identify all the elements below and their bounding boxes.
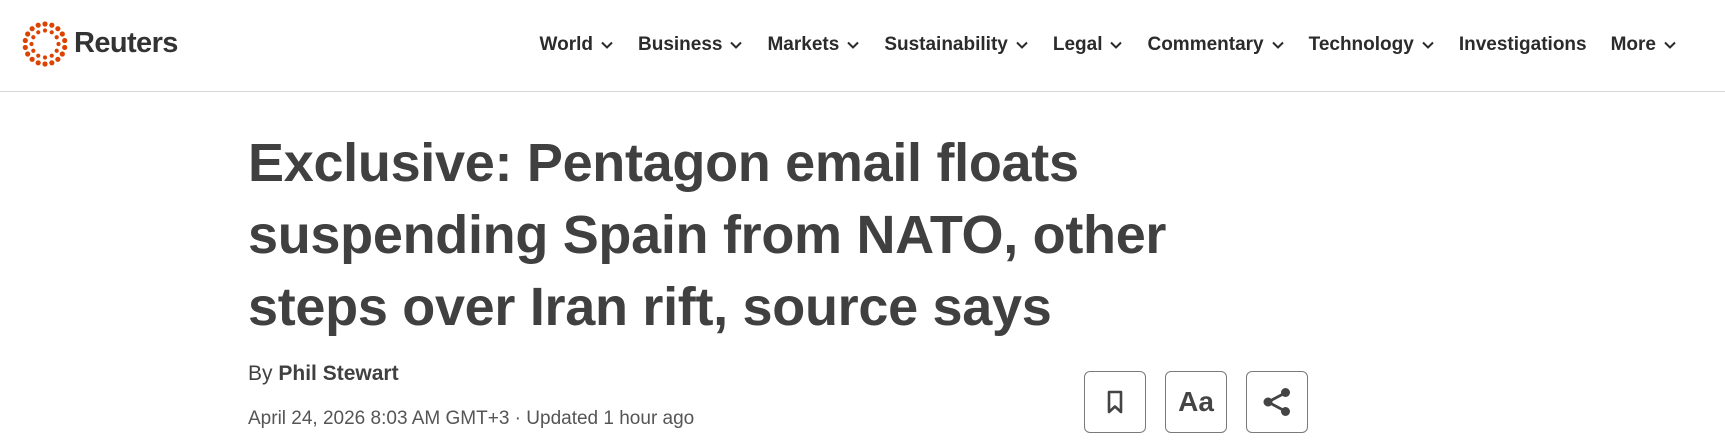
logo-dot [36, 53, 41, 58]
author-link[interactable]: Phil Stewart [278, 362, 398, 385]
nav-item-label: More [1610, 34, 1656, 55]
nav-item-technology[interactable]: Technology [1309, 34, 1435, 56]
font-size-button[interactable]: Aa [1165, 371, 1227, 433]
chevron-down-icon [1271, 41, 1284, 49]
article-tools: Aa [1084, 371, 1308, 433]
publish-date: April 24, 2026 8:03 AM GMT+3 [248, 408, 510, 429]
chevron-down-icon [1664, 41, 1676, 49]
font-size-label: Aa [1178, 386, 1214, 417]
logo-dot [49, 60, 55, 66]
logo-dot [49, 22, 55, 28]
nav-item-more[interactable]: More [1611, 34, 1677, 56]
main-nav: World Business Markets Sustainability Le… [540, 30, 1677, 60]
logo-dot [55, 26, 61, 32]
logo-dot [59, 51, 65, 57]
logo-dot [55, 56, 61, 62]
reuters-logo-icon [22, 21, 68, 67]
headline-line: suspending Spain from NATO, other [248, 205, 1167, 265]
nav-item-label: Sustainability [884, 34, 1008, 55]
byline-prefix: By [248, 362, 273, 385]
nav-item-label: Business [638, 34, 723, 55]
nav-item-investigations[interactable]: Investigations [1459, 34, 1587, 56]
headline-line: Exclusive: Pentagon email floats [248, 133, 1079, 193]
nav-item-commentary[interactable]: Commentary [1147, 34, 1284, 56]
logo-dot [54, 35, 59, 40]
logo-dot [35, 22, 41, 28]
reuters-logo[interactable]: Reuters [21, 19, 178, 69]
logo-dot [42, 61, 48, 67]
chevron-down-icon [1016, 41, 1028, 49]
dateline-separator: · [514, 408, 521, 429]
nav-item-sustainability[interactable]: Sustainability [884, 34, 1029, 56]
nav-item-label: Legal [1052, 34, 1103, 55]
nav-item-legal[interactable]: Legal [1053, 34, 1124, 56]
chevron-down-icon [730, 41, 743, 49]
nav-item-label: Investigations [1458, 34, 1587, 55]
chevron-down-icon [601, 41, 613, 49]
logo-dot [49, 53, 54, 58]
logo-dot [29, 56, 35, 62]
logo-dot [31, 35, 36, 40]
share-button[interactable] [1246, 371, 1308, 433]
nav-item-label: World [539, 34, 593, 55]
logo-dot [42, 28, 48, 33]
site-header: Reuters World Business Markets Sustainab… [0, 0, 1725, 92]
logo-dot [42, 21, 48, 27]
logo-dot [62, 37, 68, 44]
chevron-down-icon [847, 41, 860, 49]
logo-dot [25, 31, 31, 37]
logo-dot [59, 31, 65, 37]
logo-dot [36, 30, 41, 35]
logo-dot [29, 26, 35, 32]
nav-item-label: Commentary [1147, 34, 1264, 55]
share-icon [1263, 388, 1290, 416]
chevron-down-icon [1422, 41, 1434, 49]
logo-dot [56, 41, 61, 47]
logo-dot [54, 48, 59, 53]
article-headline: Exclusive: Pentagon email floats suspend… [248, 127, 1228, 343]
logo-dot [25, 51, 31, 57]
logo-dot [22, 44, 28, 51]
logo-dot [29, 41, 34, 47]
bookmark-icon [1107, 390, 1123, 414]
nav-item-label: Technology [1308, 34, 1414, 55]
logo-dot [22, 37, 28, 44]
brand-name: Reuters [74, 26, 178, 59]
nav-item-world[interactable]: World [540, 34, 614, 56]
byline: By Phil Stewart [248, 362, 399, 386]
nav-item-business[interactable]: Business [638, 34, 743, 56]
logo-dot [42, 55, 48, 60]
headline-line: steps over Iran rift, source says [248, 277, 1052, 337]
updated-time: Updated 1 hour ago [526, 408, 695, 429]
logo-dot [49, 30, 54, 35]
logo-dot [35, 60, 41, 66]
chevron-down-icon [1110, 41, 1123, 49]
logo-dot [31, 48, 36, 53]
nav-item-markets[interactable]: Markets [767, 34, 860, 56]
dateline: April 24, 2026 8:03 AM GMT+3 · Updated 1… [248, 408, 694, 430]
logo-dot [62, 44, 68, 51]
nav-item-label: Markets [767, 34, 840, 55]
bookmark-button[interactable] [1084, 371, 1146, 433]
